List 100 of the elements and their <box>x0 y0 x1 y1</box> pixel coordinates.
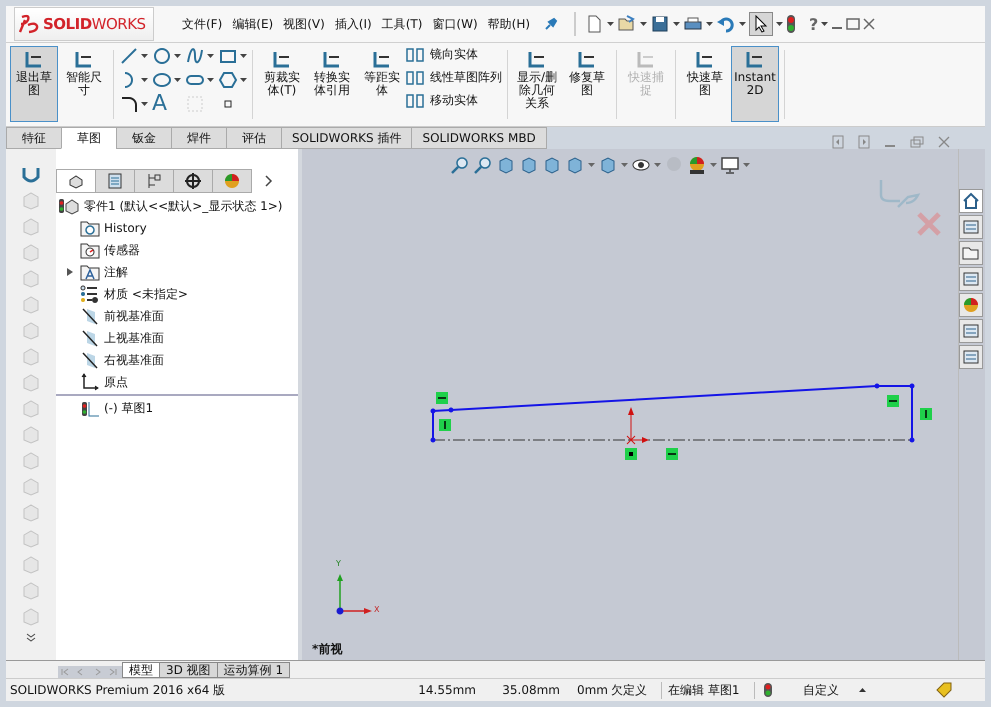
task-pane-tab[interactable] <box>959 215 983 239</box>
zoom-to-fit-icon[interactable] <box>450 155 470 175</box>
save-icon[interactable] <box>650 14 670 34</box>
panel-tab[interactable] <box>173 169 213 193</box>
menu-item[interactable]: 插入(I) <box>334 16 372 32</box>
tree-node[interactable]: 传感器 <box>104 242 140 258</box>
zoom-area-icon[interactable] <box>473 155 493 175</box>
ribbon-tab[interactable]: 特征 <box>6 127 62 149</box>
color-wheel-icon[interactable] <box>687 155 707 175</box>
line-icon[interactable] <box>119 46 139 66</box>
relation-icon[interactable] <box>625 448 637 460</box>
ribbon-button[interactable]: 剪裁实体(T) <box>258 46 306 122</box>
tree-node[interactable]: (-) 草图1 <box>104 400 154 416</box>
ribbon-tab[interactable]: 评估 <box>226 127 282 149</box>
ribbon-button[interactable]: 等距实体 <box>358 46 406 122</box>
task-pane-tab[interactable] <box>959 189 983 213</box>
tree-node[interactable]: 材质 <未指定> <box>104 286 188 302</box>
ribbon-button[interactable]: 智能尺寸 <box>60 46 108 122</box>
caret-icon[interactable] <box>240 54 247 58</box>
caret-icon[interactable] <box>706 22 714 26</box>
panel-tab[interactable] <box>95 169 135 193</box>
tree-node[interactable]: History <box>104 221 147 235</box>
relation-icon[interactable] <box>436 392 448 404</box>
relation-icon[interactable] <box>887 395 899 407</box>
model-tab[interactable]: 3D 视图 <box>159 662 218 678</box>
expand-chevron-icon[interactable] <box>26 633 36 643</box>
ribbon-button[interactable]: 镜向实体 <box>406 46 478 63</box>
relation-icon[interactable] <box>920 408 932 420</box>
polygon-icon[interactable] <box>218 70 238 90</box>
circle-icon[interactable] <box>152 46 172 66</box>
caret-icon[interactable] <box>739 22 746 26</box>
caret-icon[interactable] <box>141 54 148 58</box>
caret-icon[interactable] <box>821 22 828 26</box>
task-pane-tab[interactable] <box>959 345 983 369</box>
annotation-folder-icon <box>80 263 100 281</box>
help-button[interactable]: ? <box>809 14 818 34</box>
expand-arrow-icon[interactable] <box>66 268 72 276</box>
caret-icon[interactable] <box>640 22 648 26</box>
caret-icon[interactable] <box>141 102 148 106</box>
ribbon-tab[interactable]: SOLIDWORKS 插件 <box>281 127 412 149</box>
caret-icon[interactable] <box>174 54 181 58</box>
pin-icon[interactable] <box>544 17 558 31</box>
tag-icon[interactable] <box>936 682 952 698</box>
ellipse-icon[interactable] <box>152 70 172 90</box>
spline-icon[interactable] <box>185 46 205 66</box>
maximize-icon[interactable] <box>846 18 860 30</box>
caret-icon[interactable] <box>141 78 148 82</box>
task-pane-tab[interactable] <box>959 319 983 343</box>
menu-item[interactable]: 帮助(H) <box>488 16 530 32</box>
select-button[interactable] <box>749 12 774 36</box>
ribbon-button[interactable]: 修复草图 <box>563 46 611 122</box>
ribbon-button[interactable]: 线性草图阵列 <box>406 69 502 86</box>
task-pane-tab[interactable] <box>959 241 983 265</box>
logo-text: SOLIDWORKS <box>43 15 146 33</box>
close-icon[interactable] <box>863 18 876 30</box>
menu-item[interactable]: 文件(F) <box>182 16 222 32</box>
ribbon-tab[interactable]: SOLIDWORKS MBD <box>411 127 547 149</box>
menu-item[interactable]: 视图(V) <box>283 16 325 32</box>
ribbon-tab[interactable]: 草图 <box>61 127 117 149</box>
model-tab[interactable]: 模型 <box>122 662 160 678</box>
caret-icon[interactable] <box>673 22 680 26</box>
model-tab[interactable]: 运动算例 1 <box>216 662 290 678</box>
menu-item[interactable]: 工具(T) <box>382 16 422 32</box>
caret-icon[interactable] <box>776 22 784 26</box>
tree-node[interactable]: 注解 <box>104 264 128 280</box>
caret-icon[interactable] <box>207 54 214 58</box>
menu-item[interactable]: 编辑(E) <box>232 16 274 32</box>
feature-tool-icon[interactable] <box>21 165 41 185</box>
sketch-profile[interactable] <box>430 384 914 442</box>
ribbon-button[interactable]: 退出草图 <box>10 46 58 122</box>
ribbon-button[interactable]: 转换实体引用 <box>308 46 356 122</box>
text-tool-button[interactable]: A <box>152 94 181 114</box>
caret-up-icon[interactable] <box>859 688 866 692</box>
ribbon-tab[interactable]: 焊件 <box>171 127 227 149</box>
ribbon-button[interactable]: 快速草图 <box>681 46 729 122</box>
ribbon-button[interactable]: 移动实体 <box>406 92 478 109</box>
ribbon-button[interactable]: 显示/删除几何关系 <box>513 46 561 122</box>
tree-node[interactable]: 原点 <box>104 374 128 390</box>
caret-icon[interactable] <box>207 78 214 82</box>
monitor-icon[interactable] <box>720 155 740 175</box>
chevron-right-icon[interactable] <box>265 175 273 187</box>
task-pane-tab[interactable] <box>959 267 983 291</box>
caret-icon[interactable] <box>174 78 181 82</box>
fillet-icon[interactable] <box>119 94 139 114</box>
ribbon-tab[interactable]: 钣金 <box>116 127 172 149</box>
tree-node[interactable]: 右视基准面 <box>104 352 164 368</box>
tree-node[interactable]: 零件1 (默认<<默认>_显示状态 1>) <box>84 198 282 214</box>
relation-icon[interactable] <box>439 419 451 431</box>
relation-icon[interactable] <box>666 448 678 460</box>
traffic-light-icon[interactable] <box>786 14 796 34</box>
panel-tab[interactable] <box>134 169 174 193</box>
ribbon-button[interactable]: Instant2D <box>731 46 779 122</box>
caret-icon[interactable] <box>240 78 247 82</box>
traffic-light-icon[interactable] <box>763 682 773 698</box>
units-dropdown[interactable]: 自定义 <box>803 682 839 698</box>
tree-node[interactable]: 上视基准面 <box>104 330 164 346</box>
menu-item[interactable]: 窗口(W) <box>432 16 478 32</box>
caret-icon[interactable] <box>607 22 614 26</box>
tree-node[interactable]: 前视基准面 <box>104 308 164 324</box>
panel-tab[interactable] <box>56 169 96 193</box>
